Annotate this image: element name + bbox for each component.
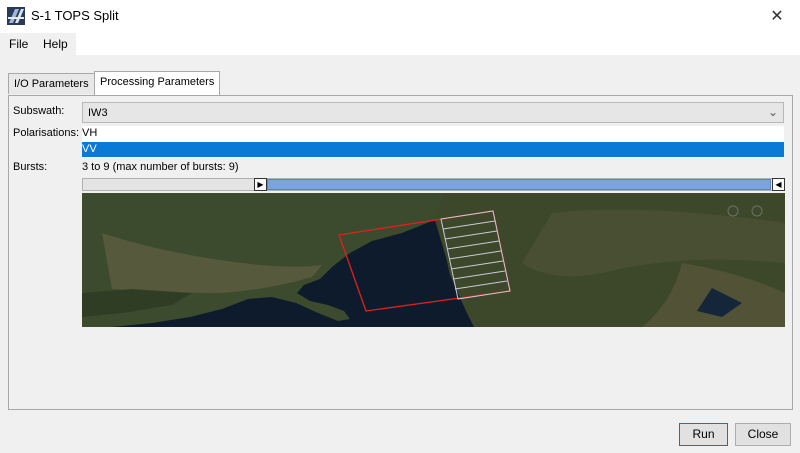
close-icon: ✕: [770, 8, 784, 25]
bursts-range-slider[interactable]: ▶ ◀: [82, 178, 785, 191]
slider-selected-range: [267, 179, 771, 190]
chevron-down-icon: ⌄: [767, 105, 778, 119]
tab-io-parameters[interactable]: I/O Parameters: [8, 73, 95, 94]
bursts-label: Bursts:: [13, 161, 48, 173]
close-window-button[interactable]: ✕: [754, 0, 800, 33]
bursts-range-text: 3 to 9 (max number of bursts: 9): [82, 161, 239, 173]
close-button[interactable]: Close: [735, 423, 791, 446]
run-button[interactable]: Run: [679, 423, 728, 446]
subswath-dropdown[interactable]: IW3 ⌄: [82, 102, 784, 123]
menu-bar: File Help: [0, 33, 800, 55]
slider-upper-handle[interactable]: ◀: [772, 178, 785, 191]
menu-help[interactable]: Help: [43, 37, 68, 51]
polarisations-list[interactable]: VH VV: [82, 126, 784, 158]
polarisation-option-vv[interactable]: VV: [82, 142, 784, 157]
menu-file[interactable]: File: [9, 37, 28, 51]
polarisation-option-vh[interactable]: VH: [82, 126, 784, 141]
satellite-icon: [7, 7, 25, 25]
slider-lower-handle[interactable]: ▶: [254, 178, 267, 191]
window-title: S-1 TOPS Split: [31, 8, 119, 23]
subswath-label: Subswath:: [13, 105, 65, 117]
polarisations-label: Polarisations:: [13, 127, 80, 139]
processing-parameters-panel: Subswath: IW3 ⌄ Polarisations: VH VV Bur…: [8, 95, 793, 410]
tab-processing-parameters[interactable]: Processing Parameters: [94, 71, 221, 95]
title-bar: S-1 TOPS Split ✕: [0, 0, 800, 33]
burst-footprint-map[interactable]: [82, 193, 785, 327]
subswath-value: IW3: [88, 107, 108, 119]
